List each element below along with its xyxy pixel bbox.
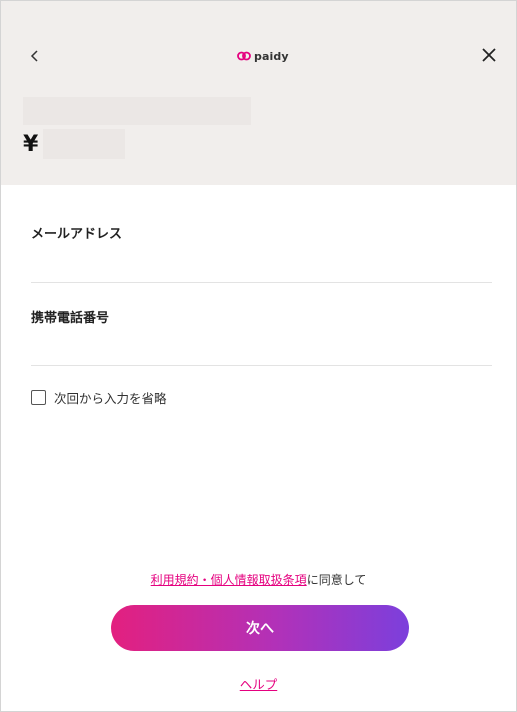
amount-placeholder	[43, 129, 125, 159]
remember-label: 次回から入力を省略	[54, 391, 167, 406]
email-field[interactable]	[31, 253, 492, 283]
currency-symbol: ¥	[23, 132, 39, 157]
header-panel: paidy ¥	[1, 1, 516, 185]
terms-suffix: に同意して	[306, 573, 367, 587]
phone-field[interactable]	[31, 336, 492, 366]
remember-checkbox-row[interactable]: 次回から入力を省略	[31, 388, 167, 407]
checkout-frame: paidy ¥ メールアドレス 携帯電話番号 次回から入力を省略 利用規約・個人…	[0, 0, 517, 712]
merchant-placeholder	[23, 97, 251, 125]
paidy-logo-icon	[237, 47, 251, 66]
email-label: メールアドレス	[31, 227, 123, 242]
back-button[interactable]	[23, 43, 47, 71]
close-button[interactable]	[475, 43, 503, 71]
phone-label: 携帯電話番号	[31, 311, 110, 326]
terms-text: 利用規約・個人情報取扱条項に同意して	[1, 571, 516, 588]
paidy-logo: paidy	[237, 47, 289, 65]
close-icon	[481, 47, 497, 67]
chevron-left-icon	[30, 48, 40, 67]
remember-checkbox[interactable]	[31, 390, 46, 405]
help-link[interactable]: ヘルプ	[1, 674, 516, 693]
terms-link[interactable]: 利用規約・個人情報取扱条項	[151, 573, 307, 587]
logo-text: paidy	[254, 49, 289, 63]
next-button[interactable]: 次へ	[111, 605, 409, 651]
